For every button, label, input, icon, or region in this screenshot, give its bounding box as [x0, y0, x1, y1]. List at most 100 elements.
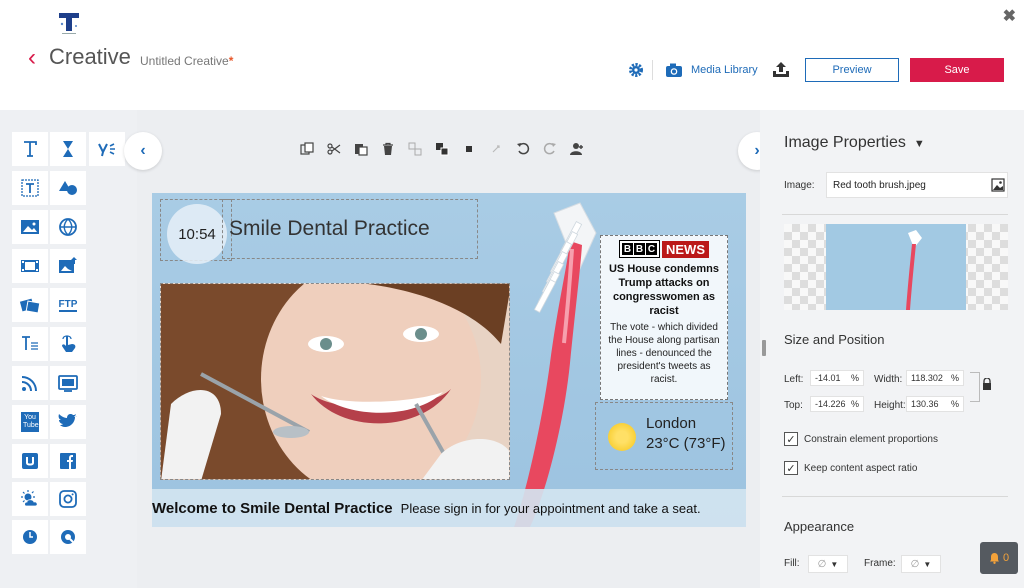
gear-icon[interactable]: [628, 62, 644, 78]
title-text: Smile Dental Practice: [229, 217, 430, 240]
text-icon: [24, 141, 37, 157]
ticker-widget[interactable]: Welcome to Smile Dental Practice Please …: [152, 489, 746, 527]
creative-stage[interactable]: 10:54 Smile Dental Practice B B C NEWS U…: [152, 193, 746, 527]
tv-tool[interactable]: [50, 366, 86, 400]
youtube-tool[interactable]: You Tube: [12, 405, 48, 439]
header-divider: [652, 60, 653, 80]
height-label: Height:: [874, 400, 906, 411]
touch-tool[interactable]: [50, 327, 86, 361]
add-user-button[interactable]: [568, 140, 586, 158]
frame-label: Frame:: [864, 558, 896, 569]
appearance-title: Appearance: [784, 519, 855, 534]
panel-title[interactable]: Image Properties ▼: [784, 134, 925, 152]
chevron-down-icon: ▼: [913, 138, 925, 150]
stop-icon: [466, 146, 472, 152]
image-picker-icon[interactable]: [991, 178, 1005, 192]
left-input[interactable]: -14.01%: [810, 370, 864, 386]
countdown-tool[interactable]: [50, 132, 86, 166]
chevron-right-icon: ›: [754, 142, 760, 159]
stop-button[interactable]: [460, 140, 478, 158]
bell-icon: [989, 553, 999, 564]
globe-icon: [59, 218, 77, 236]
preview-button[interactable]: Preview: [805, 58, 899, 82]
video-tool[interactable]: [12, 249, 48, 283]
image-preview: [784, 224, 1008, 310]
collapse-toolbox-button[interactable]: ‹: [124, 132, 162, 170]
send-back-button[interactable]: [433, 140, 451, 158]
twitter-tool[interactable]: [50, 405, 86, 439]
queue-tool[interactable]: [50, 520, 86, 554]
rss-tool[interactable]: [12, 366, 48, 400]
lock-icon[interactable]: [982, 378, 992, 390]
bbc-letter-3: C: [646, 243, 657, 255]
bbc-letter-2: B: [634, 243, 645, 255]
weather-widget[interactable]: London 23°C (73°F): [595, 402, 733, 470]
panel-resize-handle[interactable]: [762, 340, 766, 356]
close-icon[interactable]: ✖: [1003, 6, 1016, 26]
toothbrush-thumbnail: [826, 224, 966, 310]
top-input[interactable]: -14.226%: [810, 396, 864, 412]
facebook-tool[interactable]: [50, 444, 86, 478]
instagram-tool[interactable]: [50, 482, 86, 516]
delete-button[interactable]: [379, 140, 397, 158]
undo-button[interactable]: [514, 140, 532, 158]
image-field[interactable]: Red tooth brush.jpeg: [826, 172, 1008, 198]
frame-select[interactable]: ∅ ▼: [901, 555, 941, 573]
image-upload-tool[interactable]: [50, 249, 86, 283]
news-widget[interactable]: B B C NEWS US House condemns Trump attac…: [600, 235, 728, 400]
bbc-blocks: B B C: [619, 240, 660, 258]
fit-icon: [492, 145, 500, 153]
height-input[interactable]: 130.36%: [906, 396, 964, 412]
text-tool[interactable]: [12, 132, 48, 166]
camera-icon[interactable]: [665, 62, 683, 78]
caret-down-icon: ▼: [923, 559, 932, 569]
cut-button[interactable]: [325, 140, 343, 158]
back-chevron-icon[interactable]: ‹: [28, 46, 36, 70]
clock-face: 10:54: [167, 204, 227, 264]
web-tool[interactable]: [50, 210, 86, 244]
top-value: -14.226: [815, 399, 846, 409]
save-button[interactable]: Save: [910, 58, 1004, 82]
ticker-bold-text: Welcome to Smile Dental Practice: [152, 499, 393, 517]
fill-value: ∅: [817, 558, 827, 570]
text-frame-tool[interactable]: [12, 171, 48, 205]
panel-divider: [782, 496, 1008, 497]
panel-title-text: Image Properties: [784, 134, 906, 151]
delete-icon: [383, 142, 393, 155]
yammer-tool[interactable]: [89, 132, 125, 166]
clock-tool[interactable]: [12, 520, 48, 554]
slideshow-tool[interactable]: [12, 288, 48, 322]
text-list-tool[interactable]: [12, 327, 48, 361]
width-input[interactable]: 118.302%: [906, 370, 964, 386]
upload-icon[interactable]: [771, 60, 791, 80]
dental-photo[interactable]: [160, 283, 510, 480]
shapes-tool[interactable]: [50, 171, 86, 205]
ftp-tool[interactable]: FTP: [50, 288, 86, 322]
title-text-widget[interactable]: Smile Dental Practice: [222, 199, 478, 259]
image-tool[interactable]: [12, 210, 48, 244]
ustream-tool[interactable]: [12, 444, 48, 478]
bring-front-button[interactable]: [406, 140, 424, 158]
media-library-link[interactable]: Media Library: [691, 64, 758, 76]
width-unit: %: [950, 373, 959, 383]
proportion-bracket: [970, 372, 980, 402]
notifications-button[interactable]: 0: [980, 542, 1018, 574]
properties-panel: Image Properties ▼ Image: Red tooth brush…: [760, 110, 1024, 588]
fit-button[interactable]: [487, 140, 505, 158]
ftp-icon: FTP: [58, 298, 78, 312]
video-icon: [21, 260, 39, 272]
edit-toolbar: [298, 140, 586, 158]
creative-name[interactable]: Untitled Creative*: [140, 54, 233, 68]
shapes-icon: [59, 181, 77, 195]
constrain-checkbox[interactable]: ✓: [784, 432, 798, 446]
facebook-icon: [60, 453, 76, 469]
aspect-checkbox[interactable]: ✓: [784, 461, 798, 475]
touch-icon: [62, 335, 76, 352]
paste-button[interactable]: [352, 140, 370, 158]
rss-icon: [21, 376, 37, 392]
fill-select[interactable]: ∅ ▼: [808, 555, 848, 573]
redo-button[interactable]: [541, 140, 559, 158]
bbc-letter-1: B: [622, 243, 633, 255]
duplicate-button[interactable]: [298, 140, 316, 158]
weather-tool[interactable]: [12, 482, 48, 516]
